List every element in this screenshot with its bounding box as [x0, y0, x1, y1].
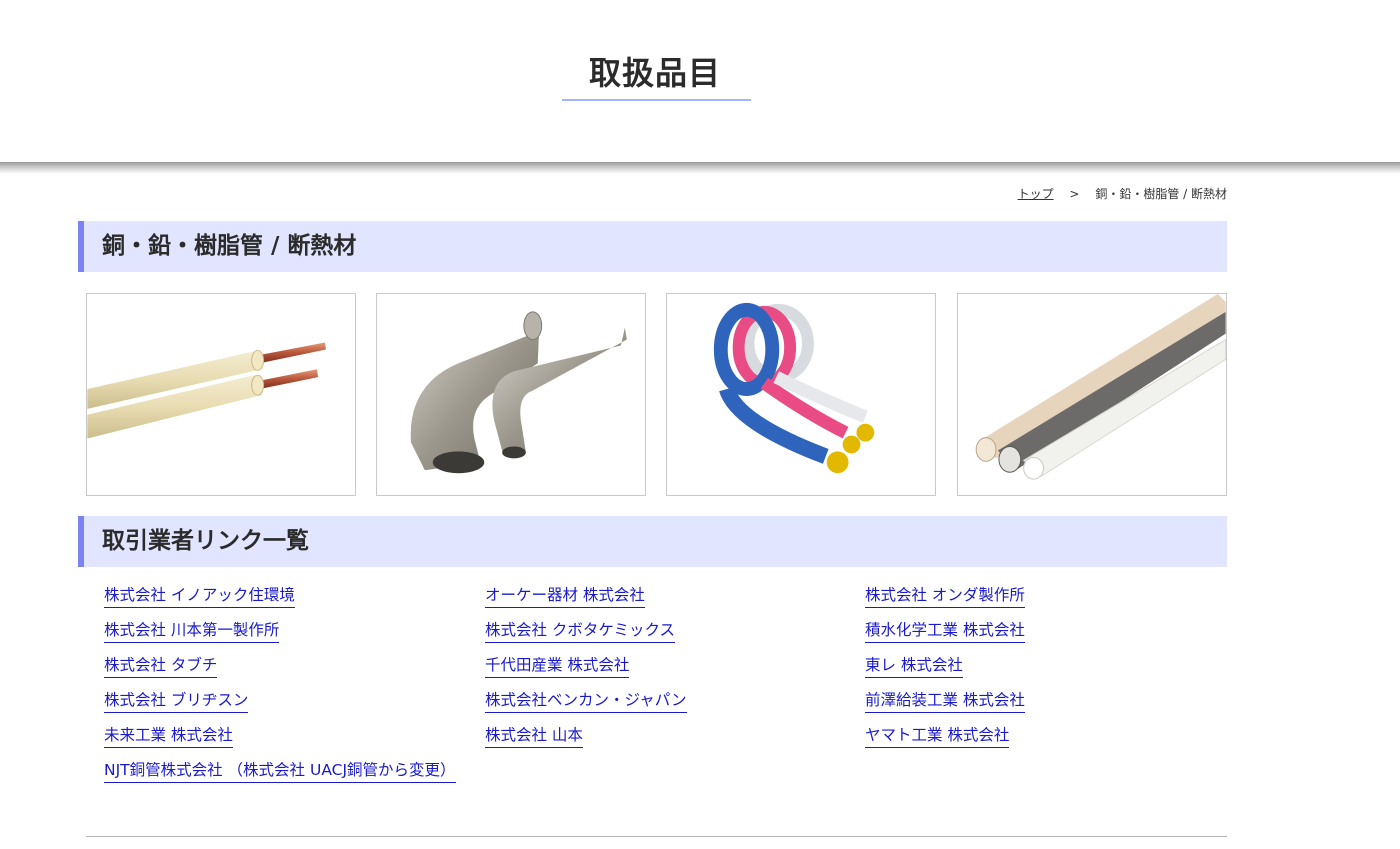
supplier-link[interactable]: 株式会社 川本第一製作所 [104, 619, 280, 643]
page-title: 取扱品目 [588, 54, 721, 92]
bottom-divider [86, 836, 1227, 837]
supplier-link[interactable]: 株式会社 イノアック住環境 [104, 584, 295, 608]
title-underline [562, 99, 751, 101]
supplier-link[interactable]: 株式会社ベンカン・ジャパン [485, 689, 687, 713]
colored-coil-tube-illustration [713, 302, 875, 474]
section-heading-products: 銅・鉛・樹脂管 / 断熱材 [78, 221, 1227, 272]
supplier-link[interactable]: NJT銅管株式会社 （株式会社 UACJ銅管から変更） [104, 759, 456, 783]
section-heading-supplier-links: 取引業者リンク一覧 [78, 516, 1227, 567]
supplier-link[interactable]: 積水化学工業 株式会社 [865, 619, 1025, 643]
foam-insulation-tube-illustration [975, 294, 1226, 480]
product-image-foam-insulation-tube[interactable] [957, 293, 1227, 496]
breadcrumb-current: 銅・鉛・樹脂管 / 断熱材 [1095, 187, 1227, 201]
page-header: 取扱品目 [0, 0, 1400, 162]
supplier-link[interactable]: ヤマト工業 株式会社 [865, 724, 1010, 748]
supplier-link[interactable]: 株式会社 山本 [485, 724, 583, 748]
stainless-bent-pipe-illustration [410, 311, 627, 474]
product-image-stainless-bent-pipe[interactable] [376, 293, 646, 496]
supplier-link[interactable]: 前澤給装工業 株式会社 [865, 689, 1025, 713]
header-shadow [0, 162, 1400, 174]
supplier-link[interactable]: 千代田産業 株式会社 [485, 654, 630, 678]
breadcrumb-home-link[interactable]: トップ [1018, 187, 1054, 201]
supplier-link[interactable]: 株式会社 ブリヂスン [104, 689, 249, 713]
supplier-link[interactable]: 株式会社 オンダ製作所 [865, 584, 1025, 608]
supplier-link[interactable]: 未来工業 株式会社 [104, 724, 233, 748]
supplier-link[interactable]: 株式会社 クボタケミックス [485, 619, 675, 643]
product-image-insulated-copper-tube[interactable] [86, 293, 356, 496]
insulated-copper-tube-illustration [87, 342, 326, 439]
product-image-colored-coil-tube[interactable] [666, 293, 936, 496]
supplier-link[interactable]: 東レ 株式会社 [865, 654, 963, 678]
breadcrumb: トップ > 銅・鉛・樹脂管 / 断熱材 [1018, 185, 1227, 202]
supplier-link[interactable]: 株式会社 タブチ [104, 654, 218, 678]
supplier-link[interactable]: オーケー器材 株式会社 [485, 584, 645, 608]
breadcrumb-separator: > [1069, 187, 1080, 201]
